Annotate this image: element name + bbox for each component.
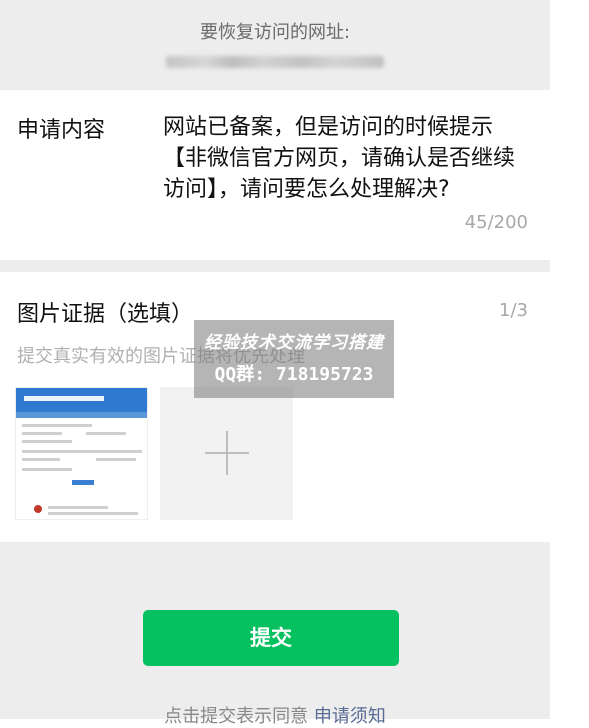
request-content-card: 申请内容 网站已备案，但是访问的时候提示【非微信官方网页，请确认是否继续访问】，… [0,90,550,260]
char-counter: 45/200 [464,212,528,233]
thumbnail-header [16,388,147,412]
evidence-title: 图片证据（选填） [17,302,194,327]
watermark-overlay: 经验技术交流学习搭建 QQ群: 718195723 [194,320,394,398]
image-evidence-card: 图片证据（选填） 1/3 提交真实有效的图片证据将优先处理 [0,272,550,542]
request-content-textarea[interactable]: 网站已备案，但是访问的时候提示【非微信官方网页，请确认是否继续访问】，请问要怎么… [163,112,533,205]
request-content-label: 申请内容 [17,118,106,143]
agreement-prefix: 点击提交表示同意 [164,706,309,727]
submit-button[interactable]: 提交 [143,610,399,666]
agreement-link[interactable]: 申请须知 [314,706,386,727]
right-margin [550,0,589,719]
thumbnail-button [72,480,94,485]
evidence-thumbnail[interactable] [15,387,148,520]
section-divider [0,260,550,272]
watermark-line2: QQ群: 718195723 [214,364,374,385]
agreement-text: 点击提交表示同意 申请须知 [0,702,550,728]
watermark-line1: 经验技术交流学习搭建 [204,333,384,353]
restore-url-section: 要恢复访问的网址: [0,0,550,90]
blurred-url [166,56,384,68]
thumbnail-seal-icon [34,505,42,513]
add-image-button[interactable] [160,387,293,520]
evidence-count: 1/3 [499,300,528,321]
footer-section: 提交 点击提交表示同意 申请须知 [0,542,550,727]
restore-url-label: 要恢复访问的网址: [199,22,351,43]
thumbnail-nav [16,412,147,418]
